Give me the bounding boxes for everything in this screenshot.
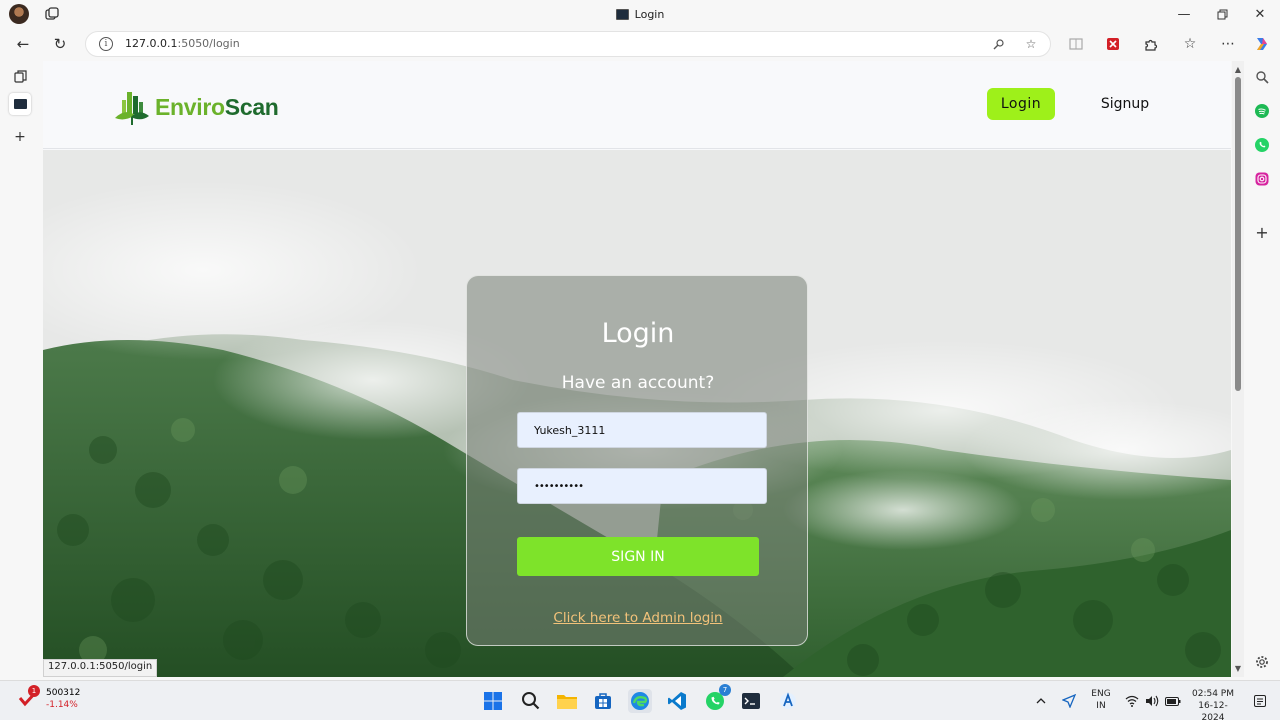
sign-in-button[interactable]: SIGN IN bbox=[517, 537, 759, 576]
whatsapp-icon[interactable] bbox=[1253, 136, 1271, 154]
scroll-down-icon[interactable]: ▼ bbox=[1233, 663, 1243, 673]
maximize-button[interactable] bbox=[1212, 4, 1232, 24]
edge-icon[interactable] bbox=[628, 689, 652, 713]
new-tab-icon[interactable]: + bbox=[9, 126, 31, 148]
envirosan-logo[interactable]: EnviroScan bbox=[113, 88, 279, 126]
add-icon[interactable]: + bbox=[1253, 223, 1271, 242]
extension-icon[interactable] bbox=[1103, 34, 1123, 54]
spotify-icon[interactable] bbox=[1253, 102, 1271, 120]
login-card: Login Have an account? Yukesh_3111 •••••… bbox=[466, 275, 808, 646]
refresh-icon[interactable]: ↻ bbox=[49, 33, 71, 55]
url-text[interactable]: 127.0.0.1:5050/login bbox=[125, 37, 240, 50]
username-field[interactable]: Yukesh_3111 bbox=[517, 412, 767, 448]
stock-widget-icon: 1 bbox=[18, 685, 40, 709]
header-signup-link[interactable]: Signup bbox=[1095, 88, 1155, 120]
info-icon[interactable]: i bbox=[99, 37, 113, 51]
language-code: ENG bbox=[1091, 689, 1111, 699]
scroll-up-icon[interactable]: ▲ bbox=[1233, 64, 1243, 74]
browser-sidebar: + bbox=[1244, 60, 1280, 677]
password-field[interactable]: •••••••••• bbox=[517, 468, 767, 504]
login-title: Login bbox=[601, 318, 675, 349]
more-icon[interactable]: ⋯ bbox=[1218, 34, 1238, 54]
whatsapp-unread-badge: 7 bbox=[719, 684, 731, 696]
vertical-tabs-strip: + bbox=[0, 60, 42, 677]
logo-text-scan: Scan bbox=[224, 93, 279, 120]
forest-hero-background: Login Have an account? Yukesh_3111 •••••… bbox=[43, 150, 1231, 677]
stock-text: 500312 -1.14% bbox=[46, 687, 80, 711]
clock-date: 16-12-2024 bbox=[1198, 701, 1228, 720]
file-explorer-icon[interactable] bbox=[555, 689, 579, 713]
language-indicator[interactable]: ENG IN bbox=[1089, 688, 1113, 712]
admin-login-link[interactable]: Click here to Admin login bbox=[467, 610, 809, 626]
window-title-text: Login bbox=[634, 7, 665, 21]
tab-login[interactable] bbox=[9, 93, 31, 115]
url-host: 127.0.0.1 bbox=[125, 37, 178, 50]
language-region: IN bbox=[1096, 701, 1106, 711]
url-path: :5050/login bbox=[177, 37, 240, 50]
stock-alert-badge: 1 bbox=[28, 685, 40, 697]
browser-title-bar: Login — ✕ bbox=[0, 0, 1280, 28]
wifi-icon[interactable] bbox=[1124, 689, 1140, 713]
volume-icon[interactable] bbox=[1144, 689, 1160, 713]
stock-change: -1.14% bbox=[46, 700, 78, 710]
battery-icon[interactable] bbox=[1164, 689, 1182, 713]
window-title: Login bbox=[0, 0, 1280, 28]
logo-text-enviro: Enviro bbox=[155, 93, 225, 120]
puzzle-icon[interactable] bbox=[1140, 34, 1160, 54]
terminal-icon[interactable] bbox=[739, 689, 763, 713]
stock-widget[interactable]: 1 500312 -1.14% bbox=[18, 685, 80, 711]
terminal-tab-icon bbox=[615, 8, 629, 20]
favorite-star-icon[interactable]: ☆ bbox=[1023, 36, 1039, 52]
copilot-icon[interactable] bbox=[1252, 34, 1272, 54]
login-subtitle: Have an account? bbox=[561, 373, 715, 393]
app-icon[interactable] bbox=[776, 689, 800, 713]
favorites-icon[interactable]: ☆ bbox=[1180, 34, 1200, 54]
settings-icon[interactable] bbox=[1253, 653, 1271, 671]
tab-actions-icon[interactable] bbox=[9, 65, 31, 87]
site-header: EnviroScan Login Signup bbox=[43, 61, 1231, 149]
vscode-icon[interactable] bbox=[665, 689, 689, 713]
windows-taskbar: 1 500312 -1.14% 7 ENG IN 02:54 PM 16-12-… bbox=[0, 680, 1280, 720]
logo-building-leaf-icon bbox=[115, 92, 149, 125]
clock-time: 02:54 PM bbox=[1192, 689, 1234, 699]
system-clock[interactable]: 02:54 PM 16-12-2024 bbox=[1188, 688, 1238, 720]
whatsapp-icon[interactable]: 7 bbox=[703, 684, 731, 713]
location-icon[interactable] bbox=[1060, 689, 1078, 713]
chevron-up-icon[interactable] bbox=[1033, 689, 1049, 713]
back-icon[interactable]: ← bbox=[12, 33, 34, 55]
search-icon[interactable] bbox=[1253, 68, 1271, 86]
store-icon[interactable] bbox=[591, 689, 615, 713]
header-login-button[interactable]: Login bbox=[987, 88, 1055, 120]
page-viewport: EnviroScan Login Signup Login Have an ac… bbox=[43, 61, 1231, 677]
scrollbar-thumb[interactable] bbox=[1235, 77, 1241, 391]
terminal-tab-icon bbox=[13, 99, 27, 109]
minimize-button[interactable]: — bbox=[1174, 4, 1194, 24]
read-aloud-icon[interactable] bbox=[990, 36, 1006, 52]
search-icon[interactable] bbox=[519, 689, 543, 713]
windows-start-icon[interactable] bbox=[481, 689, 505, 713]
browser-toolbar: ← ↻ i 127.0.0.1:5050/login ☆ ☆ ⋯ bbox=[0, 28, 1280, 60]
split-screen-icon[interactable] bbox=[1066, 34, 1086, 54]
notification-icon[interactable] bbox=[1252, 689, 1268, 713]
page-scrollbar[interactable]: ▲ ▼ bbox=[1232, 61, 1244, 677]
address-bar[interactable]: i 127.0.0.1:5050/login ☆ bbox=[85, 31, 1051, 57]
link-status-url: 127.0.0.1:5050/login bbox=[43, 659, 158, 677]
stock-value: 500312 bbox=[46, 688, 81, 698]
logo-text: EnviroScan bbox=[155, 94, 279, 121]
instagram-icon[interactable] bbox=[1253, 170, 1271, 188]
close-button[interactable]: ✕ bbox=[1250, 4, 1270, 24]
